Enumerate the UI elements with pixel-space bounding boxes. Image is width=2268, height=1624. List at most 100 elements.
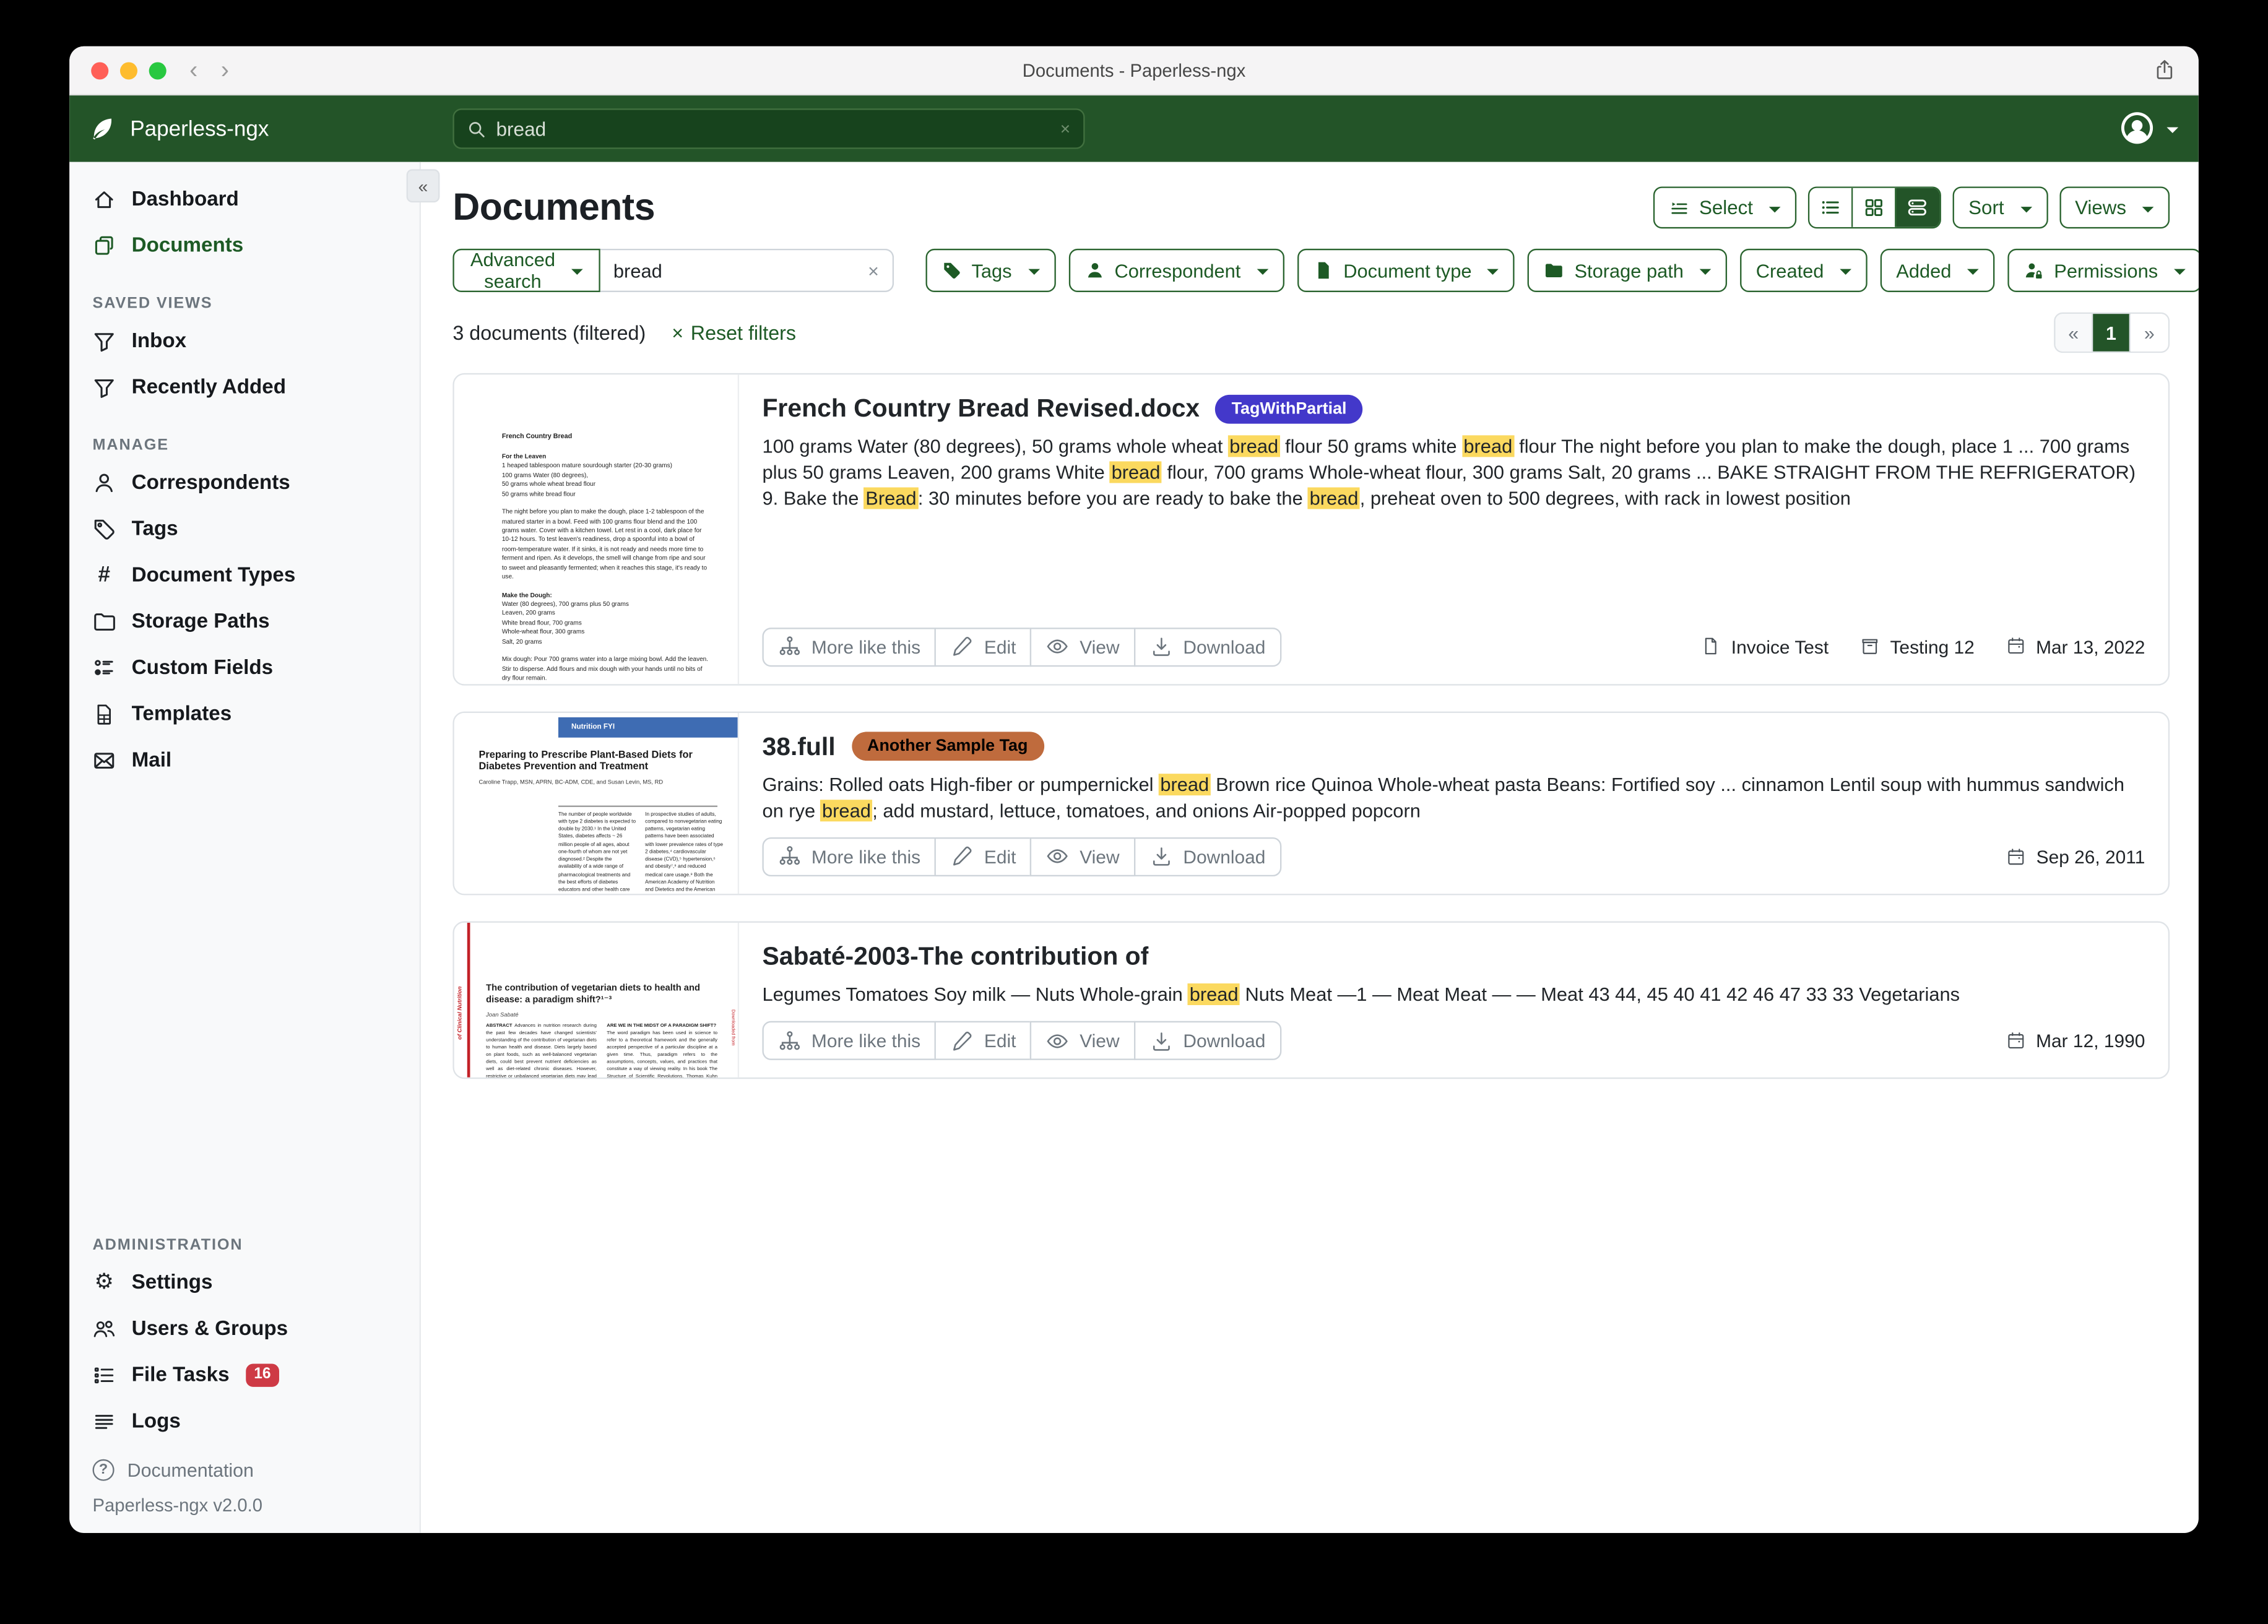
- documentation-label: Documentation: [128, 1459, 254, 1481]
- advanced-search-label: Advanced search: [470, 249, 555, 292]
- sidebar-item-templates[interactable]: Templates: [69, 691, 419, 738]
- sidebar-item-custom-fields[interactable]: Custom Fields: [69, 645, 419, 691]
- document-thumbnail[interactable]: of Clinical NutritionThe contribution of…: [454, 923, 739, 1078]
- person-icon: [93, 472, 116, 495]
- person-fill-icon: [1084, 261, 1104, 281]
- meta-mar-12-1990[interactable]: Mar 12, 1990: [2006, 1030, 2145, 1052]
- mail-icon: [93, 749, 116, 772]
- more-like-this-button[interactable]: More like this: [762, 1021, 936, 1060]
- document-meta: Invoice Test Testing 12 Mar 13, 2022: [1702, 636, 2145, 657]
- view-button[interactable]: View: [1031, 627, 1135, 666]
- chevron-down-icon: [1840, 269, 1851, 275]
- advanced-search-button[interactable]: Advanced search: [452, 249, 600, 292]
- filter-button-storage-path[interactable]: Storage path: [1528, 249, 1727, 292]
- select-list-icon: [1669, 197, 1689, 218]
- app-brand[interactable]: Paperless-ngx: [89, 114, 269, 144]
- document-tag[interactable]: Another Sample Tag: [851, 732, 1044, 761]
- search-highlight: bread: [1308, 488, 1360, 510]
- filter-button-label: Added: [1896, 259, 1951, 281]
- sidebar-item-document-types[interactable]: #Document Types: [69, 553, 419, 599]
- page-title: Documents: [452, 185, 655, 230]
- download-button[interactable]: Download: [1134, 1021, 1281, 1060]
- sidebar-item-settings[interactable]: ⚙Settings: [69, 1259, 419, 1306]
- clear-filter-search-icon[interactable]: ×: [868, 259, 879, 281]
- pencil-icon: [951, 1029, 974, 1052]
- download-button[interactable]: Download: [1134, 837, 1281, 876]
- document-thumbnail[interactable]: French Country BreadFor the Leaven1 heap…: [454, 374, 739, 683]
- detail-view-button[interactable]: [1896, 188, 1939, 227]
- global-search-input[interactable]: [496, 118, 1060, 139]
- sidebar-item-users-groups[interactable]: Users & Groups: [69, 1306, 419, 1352]
- search-highlight: Bread: [864, 488, 918, 510]
- filter-button-permissions[interactable]: Permissions: [2008, 249, 2199, 292]
- chevron-down-icon: [2142, 206, 2154, 212]
- sidebar-item-recently-added[interactable]: Recently Added: [69, 365, 419, 411]
- filter-button-tags[interactable]: Tags: [925, 249, 1055, 292]
- more-like-this-button[interactable]: More like this: [762, 627, 936, 666]
- filter-button-correspondent[interactable]: Correspondent: [1068, 249, 1284, 292]
- sidebar-item-tags[interactable]: Tags: [69, 506, 419, 553]
- global-search[interactable]: ×: [452, 108, 1084, 149]
- document-title[interactable]: Sabaté-2003-The contribution of: [762, 941, 1149, 972]
- pagination-next-button[interactable]: »: [2131, 314, 2168, 352]
- filter-button-label: Storage path: [1574, 259, 1683, 281]
- select-button[interactable]: Select: [1653, 186, 1796, 228]
- document-title[interactable]: French Country Bread Revised.docx: [762, 394, 1200, 424]
- pagination-prev-button[interactable]: «: [2055, 314, 2093, 352]
- sidebar-item-label: Settings: [132, 1271, 213, 1294]
- sidebar-item-label: Custom Fields: [132, 657, 273, 680]
- pagination-page-1-button[interactable]: 1: [2093, 314, 2131, 352]
- collapse-sidebar-button[interactable]: «: [407, 169, 440, 202]
- sidebar-section-label: ADMINISTRATION: [69, 1228, 419, 1259]
- document-tag[interactable]: TagWithPartial: [1216, 394, 1362, 423]
- edit-button[interactable]: Edit: [935, 1021, 1032, 1060]
- document-snippet: Legumes Tomatoes Soy milk — Nuts Whole-g…: [762, 982, 2145, 1009]
- document-thumbnail[interactable]: Nutrition FYIPreparing to Prescribe Plan…: [454, 712, 739, 894]
- edit-button[interactable]: Edit: [935, 837, 1032, 876]
- download-button[interactable]: Download: [1134, 627, 1281, 666]
- sidebar-item-dashboard[interactable]: Dashboard: [69, 176, 419, 223]
- filter-button-created[interactable]: Created: [1740, 249, 1867, 292]
- meta-sep-26-2011[interactable]: Sep 26, 2011: [2007, 846, 2145, 868]
- filter-button-document-type[interactable]: Document type: [1297, 249, 1515, 292]
- share-icon[interactable]: [2153, 59, 2175, 81]
- view-button[interactable]: View: [1031, 1021, 1135, 1060]
- chevron-down-icon: [1487, 269, 1499, 275]
- sidebar-item-correspondents[interactable]: Correspondents: [69, 460, 419, 506]
- edit-button[interactable]: Edit: [935, 627, 1032, 666]
- main-content: Documents Select: [421, 162, 2199, 1533]
- grid-view-button[interactable]: [1853, 188, 1896, 227]
- sidebar-item-inbox[interactable]: Inbox: [69, 318, 419, 365]
- meta-invoice-test[interactable]: Invoice Test: [1702, 636, 1829, 657]
- list-view-button[interactable]: [1809, 188, 1853, 227]
- sidebar-item-file-tasks[interactable]: File Tasks16: [69, 1352, 419, 1399]
- chevron-down-icon: [1700, 269, 1712, 275]
- sidebar-item-storage-paths[interactable]: Storage Paths: [69, 598, 419, 645]
- filter-button-added[interactable]: Added: [1881, 249, 1995, 292]
- meta-label: Sep 26, 2011: [2036, 846, 2145, 868]
- user-menu[interactable]: [2119, 110, 2178, 146]
- sidebar-item-documentation[interactable]: ? Documentation: [93, 1459, 397, 1481]
- views-button[interactable]: Views: [2059, 186, 2170, 228]
- search-highlight: bread: [821, 800, 873, 821]
- more-like-this-button[interactable]: More like this: [762, 837, 936, 876]
- sidebar-item-label: Users & Groups: [132, 1318, 288, 1341]
- clear-search-icon[interactable]: ×: [1060, 119, 1070, 139]
- hash-icon: #: [93, 564, 116, 587]
- chevron-down-icon: [1028, 269, 1039, 275]
- sidebar-item-documents[interactable]: Documents: [69, 223, 419, 269]
- sort-button[interactable]: Sort: [1952, 186, 2047, 228]
- filter-button-label: Document type: [1343, 259, 1471, 281]
- person-lock-icon: [2023, 261, 2044, 281]
- sidebar-item-logs[interactable]: Logs: [69, 1399, 419, 1445]
- reset-filters-link[interactable]: × Reset filters: [672, 322, 796, 343]
- meta-testing-12[interactable]: Testing 12: [1861, 636, 1975, 657]
- meta-mar-13-2022[interactable]: Mar 13, 2022: [2006, 636, 2145, 657]
- document-title[interactable]: 38.full: [762, 731, 835, 761]
- view-button[interactable]: View: [1031, 837, 1135, 876]
- fields-icon: [93, 657, 116, 680]
- meta-label: Testing 12: [1890, 636, 1974, 657]
- filter-search-input[interactable]: [613, 259, 868, 281]
- sidebar-item-mail[interactable]: Mail: [69, 738, 419, 784]
- action-label: Download: [1183, 636, 1265, 657]
